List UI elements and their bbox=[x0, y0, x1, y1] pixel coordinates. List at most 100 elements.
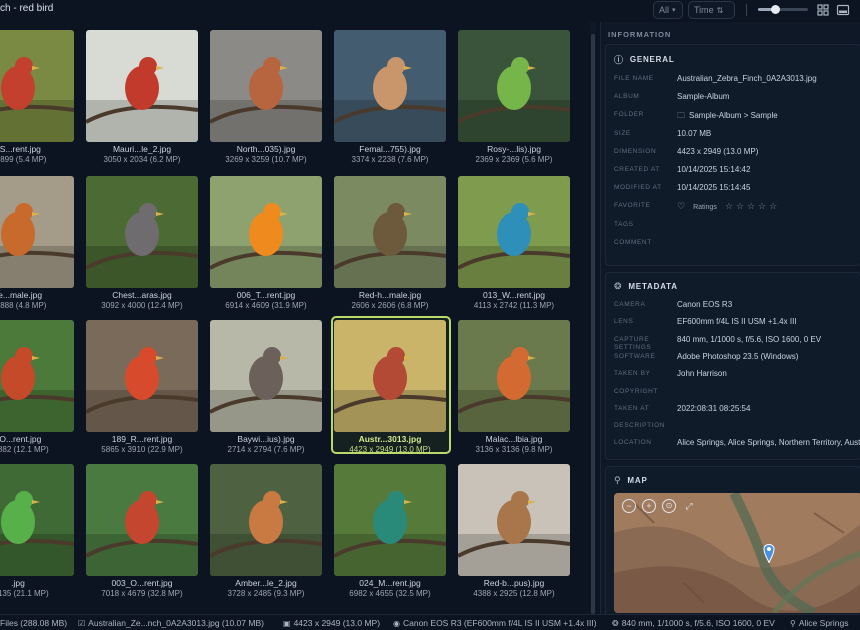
heart-icon[interactable]: ♡ bbox=[677, 201, 685, 211]
zoom-slider-thumb[interactable] bbox=[771, 5, 780, 14]
thumbnail-item[interactable]: Baywi...ius).jpg 2714 x 2794 (7.6 MP) bbox=[210, 314, 324, 454]
thumbnail-item[interactable]: 006_T...rent.jpg 6914 x 4609 (31.9 MP) bbox=[210, 170, 324, 310]
thumbnail-item[interactable]: _S...rent.jpgx 1899 (5.4 MP) bbox=[0, 24, 76, 164]
thumbnail-dimensions: 3136 x 3136 (9.8 MP) bbox=[475, 445, 553, 454]
thumbnail-item[interactable]: Chest...aras.jpg 3092 x 4000 (12.4 MP) bbox=[86, 170, 200, 310]
thumbnail-item[interactable]: 189_R...rent.jpg 5865 x 3910 (22.9 MP) bbox=[86, 314, 200, 454]
metadata-row: CAPTURE SETTINGS 840 mm, 1/1000 s, f/5.6,… bbox=[614, 334, 860, 351]
map-section-title[interactable]: ⚲ MAP bbox=[614, 475, 648, 486]
thumbnail-item[interactable]: 003_O...rent.jpg 7018 x 4679 (32.8 MP) bbox=[86, 458, 200, 598]
zoom-out-icon[interactable]: − bbox=[622, 499, 636, 513]
star-icon[interactable]: ☆ bbox=[769, 201, 777, 211]
thumbnail-item[interactable]: Mauri...le_2.jpg 3050 x 2034 (6.2 MP) bbox=[86, 24, 200, 164]
thumbnail-item[interactable]: _O...rent.jpgx 3882 (12.1 MP) bbox=[0, 314, 76, 454]
general-row-value[interactable]: ♡ Ratings ☆ ☆ ☆ ☆ ☆ bbox=[677, 201, 780, 212]
thumbnail-image[interactable] bbox=[334, 464, 446, 576]
rating-stars[interactable]: ☆ ☆ ☆ ☆ ☆ bbox=[725, 201, 780, 211]
status-dimension-text: 4423 x 2949 (13.0 MP) bbox=[293, 618, 381, 628]
thumbnail-dimensions: x 3882 (12.1 MP) bbox=[0, 445, 49, 454]
thumbnail-image[interactable] bbox=[458, 30, 570, 142]
thumbnail-image[interactable] bbox=[458, 464, 570, 576]
fullscreen-icon[interactable]: ⤢ bbox=[682, 499, 696, 513]
metadata-row-value: EF600mm f/4L IS II USM +1.4x III bbox=[677, 317, 797, 327]
thumbnail-dimensions: 7018 x 4679 (32.8 MP) bbox=[101, 589, 183, 598]
thumbnail-image[interactable] bbox=[86, 30, 198, 142]
thumbnail-image[interactable] bbox=[0, 176, 74, 288]
thumbnail-dimensions: x 1899 (5.4 MP) bbox=[0, 155, 47, 164]
thumbnail-filename: Femal...755).jpg bbox=[359, 144, 421, 154]
thumbnail-dimensions: 3374 x 2238 (7.6 MP) bbox=[351, 155, 429, 164]
metadata-row: SOFTWARE Adobe Photoshop 23.5 (Windows) bbox=[614, 351, 860, 363]
map-view[interactable]: − + ⊙ ⤢ bbox=[614, 493, 860, 613]
star-icon[interactable]: ☆ bbox=[736, 201, 744, 211]
general-row: FOLDER 🗀 Sample-Album > Sample bbox=[614, 109, 860, 121]
general-section-title[interactable]: ⓘ GENERAL bbox=[614, 53, 675, 66]
thumbnail-image[interactable] bbox=[210, 464, 322, 576]
star-icon[interactable]: ☆ bbox=[747, 201, 755, 211]
thumbnail-filename: _S...rent.jpg bbox=[0, 144, 41, 154]
panel-toggle-icon[interactable] bbox=[836, 3, 850, 17]
zoom-in-icon[interactable]: + bbox=[642, 499, 656, 513]
map-title: MAP bbox=[627, 476, 648, 485]
thumbnail-filename: 006_T...rent.jpg bbox=[236, 290, 296, 300]
general-row: FAVORITE ♡ Ratings ☆ ☆ ☆ ☆ ☆ bbox=[614, 200, 860, 212]
thumbnail-dimensions: 4388 x 2925 (12.8 MP) bbox=[473, 589, 555, 598]
thumbnail-image[interactable] bbox=[210, 176, 322, 288]
thumbnail-image[interactable] bbox=[210, 30, 322, 142]
grid-scrollbar-thumb[interactable] bbox=[591, 34, 595, 614]
map-pin-icon: ⚲ bbox=[614, 475, 622, 485]
general-row: FILE NAME Australian_Zebra_Finch_0A2A3013… bbox=[614, 73, 860, 85]
thumbnail-image[interactable] bbox=[334, 320, 446, 432]
recenter-icon[interactable]: ⊙ bbox=[662, 499, 676, 513]
chevron-down-icon: ▾ bbox=[672, 7, 676, 14]
aperture-icon: ❂ bbox=[614, 281, 623, 291]
toolbar: ch - red bird All ▾ Time ⇅ bbox=[0, 0, 860, 22]
thumbnail-dimensions: 4113 x 2742 (11.3 MP) bbox=[473, 301, 555, 310]
thumbnail-item[interactable]: .jpgx 4135 (21.1 MP) bbox=[0, 458, 76, 598]
grid-scrollbar[interactable] bbox=[590, 22, 596, 614]
metadata-row-label: CAMERA bbox=[614, 301, 646, 308]
thumbnail-item[interactable]: ite...male.jpgx 2888 (4.8 MP) bbox=[0, 170, 76, 310]
thumbnail-item[interactable]: Red-h...male.jpg 2606 x 2606 (6.8 MP) bbox=[334, 170, 448, 310]
thumbnail-image[interactable] bbox=[86, 176, 198, 288]
folder-path[interactable]: Sample-Album > Sample bbox=[689, 111, 778, 120]
thumbnail-image[interactable] bbox=[458, 176, 570, 288]
status-camera-text: Canon EOS R3 (EF600mm f/4L IS II USM +1.… bbox=[402, 618, 597, 628]
thumbnail-item[interactable]: Malac...lbia.jpg 3136 x 3136 (9.8 MP) bbox=[458, 314, 572, 454]
status-file-name: ☑ Australian_Ze...nch_0A2A3013.jpg (10.0… bbox=[78, 618, 264, 628]
thumbnail-dimensions: 6914 x 4609 (31.9 MP) bbox=[225, 301, 307, 310]
sort-dropdown[interactable]: Time ⇅ bbox=[688, 1, 735, 19]
grid-view-icon[interactable] bbox=[816, 3, 830, 17]
thumbnail-item[interactable]: 013_W...rent.jpg 4113 x 2742 (11.3 MP) bbox=[458, 170, 572, 310]
thumbnail-item[interactable]: North...035).jpg 3269 x 3259 (10.7 MP) bbox=[210, 24, 324, 164]
thumbnail-item[interactable]: Austr...3013.jpg 4423 x 2949 (13.0 MP) bbox=[331, 314, 451, 454]
general-row: DIMENSION 4423 x 2949 (13.0 MP) bbox=[614, 146, 860, 158]
metadata-section-title[interactable]: ❂ METADATA bbox=[614, 281, 678, 292]
general-row-label: COMMENT bbox=[614, 238, 652, 246]
thumbnail-item[interactable]: 024_M...rent.jpg 6982 x 4655 (32.5 MP) bbox=[334, 458, 448, 598]
general-row-label: SIZE bbox=[614, 129, 631, 137]
star-icon[interactable]: ☆ bbox=[758, 201, 766, 211]
filter-dropdown[interactable]: All ▾ bbox=[653, 1, 683, 19]
thumbnail-image[interactable] bbox=[458, 320, 570, 432]
thumbnail-item[interactable]: Rosy-...lis).jpg 2369 x 2369 (5.6 MP) bbox=[458, 24, 572, 164]
aperture-small-icon: ❂ bbox=[612, 618, 619, 628]
thumbnail-image[interactable] bbox=[86, 320, 198, 432]
thumbnail-dimensions: 2714 x 2794 (7.6 MP) bbox=[227, 445, 305, 454]
zoom-slider[interactable] bbox=[758, 5, 808, 14]
metadata-row-label: LOCATION bbox=[614, 439, 652, 447]
thumbnail-image[interactable] bbox=[210, 320, 322, 432]
thumbnail-image[interactable] bbox=[0, 30, 74, 142]
thumbnail-image[interactable] bbox=[0, 320, 74, 432]
thumbnail-item[interactable]: Red-b...pus).jpg 4388 x 2925 (12.8 MP) bbox=[458, 458, 572, 598]
thumbnail-image[interactable] bbox=[0, 464, 74, 576]
map-section: ⚲ MAP − + ⊙ ⤢ bbox=[605, 466, 860, 626]
thumbnail-dimensions: 3092 x 4000 (12.4 MP) bbox=[101, 301, 183, 310]
thumbnail-image[interactable] bbox=[334, 176, 446, 288]
thumbnail-item[interactable]: Amber...le_2.jpg 3728 x 2485 (9.3 MP) bbox=[210, 458, 324, 598]
thumbnail-image[interactable] bbox=[86, 464, 198, 576]
thumbnail-item[interactable]: Femal...755).jpg 3374 x 2238 (7.6 MP) bbox=[334, 24, 448, 164]
general-row-value: Australian_Zebra_Finch_0A2A3013.jpg bbox=[677, 74, 817, 83]
star-icon[interactable]: ☆ bbox=[725, 201, 733, 211]
thumbnail-image[interactable] bbox=[334, 30, 446, 142]
